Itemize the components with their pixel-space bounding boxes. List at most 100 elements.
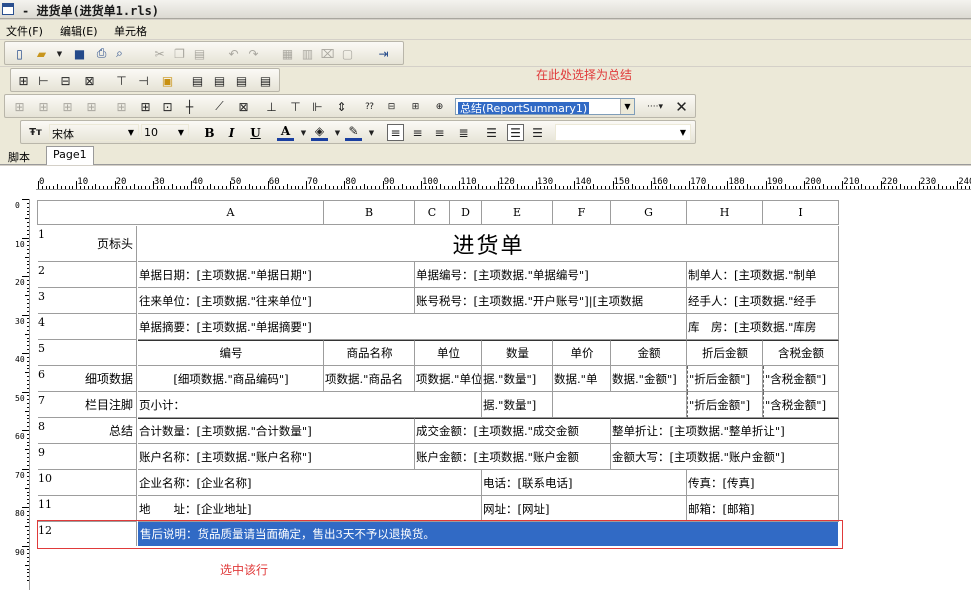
band-icon-10[interactable]: ▤ (233, 72, 250, 89)
row-number[interactable]: 5 (38, 342, 45, 355)
undo-icon[interactable]: ↶ (225, 45, 242, 62)
grid-icon-3[interactable]: ⊡ (159, 98, 176, 115)
exit-icon[interactable]: ⇥ (375, 45, 392, 62)
cell-r3-h[interactable]: 经手人：[主项数据."经手 (687, 288, 839, 314)
row-number[interactable]: 4 (38, 316, 45, 329)
cell-r9-g[interactable]: 金额大写：[主项数据."账户金额"] (611, 444, 839, 470)
align-right-icon[interactable]: ≡ (431, 124, 448, 141)
field-icon-3[interactable]: ⊞ (407, 98, 424, 115)
valign-top-icon[interactable]: ☰ (483, 124, 500, 141)
cell-r5-g[interactable]: 金额 (611, 340, 687, 366)
cell-r7-f[interactable] (553, 392, 687, 418)
field-icon-4[interactable]: ⊕ (431, 98, 448, 115)
fill-color-icon[interactable]: ◈ (311, 124, 328, 141)
chevron-down-icon[interactable]: ▼ (124, 125, 138, 140)
align-icon-3[interactable]: ⊩ (309, 98, 326, 115)
valign-middle-icon[interactable]: ☰ (507, 124, 524, 141)
grid-icon-2[interactable]: ⊞ (137, 98, 154, 115)
cell-r9-c[interactable]: 账户金额：[主项数据."账户金额 (415, 444, 611, 470)
delete-col-icon[interactable]: ▢ (339, 45, 356, 62)
insert-row-icon[interactable]: ▦ (279, 45, 296, 62)
cell-r2-a[interactable]: 单据日期：[主项数据."单据日期"] (138, 262, 415, 288)
chevron-down-icon[interactable]: ▼ (51, 45, 68, 62)
diagonal-icon-2[interactable]: ⊠ (235, 98, 252, 115)
column-header-b[interactable]: B (324, 200, 415, 225)
tab-page1[interactable]: Page1 (46, 146, 94, 165)
row-number[interactable]: 8 (38, 420, 45, 433)
cell-r5-a[interactable]: 编号 (138, 340, 324, 366)
row-number[interactable]: 10 (38, 472, 52, 485)
cell-r7-a[interactable]: 页小计： (138, 392, 482, 418)
cell-r10-h[interactable]: 传真：[传真] (687, 470, 839, 496)
cell-r3-a[interactable]: 往来单位：[主项数据."往来单位"] (138, 288, 415, 314)
cell-r10-a[interactable]: 企业名称：[企业名称] (138, 470, 482, 496)
border-icon-2[interactable]: ⊞ (35, 98, 52, 115)
print-icon[interactable]: ⎙ (93, 45, 110, 62)
cell-r8-c[interactable]: 成交金额：[主项数据."成交金额 (415, 418, 611, 444)
line-color-icon[interactable]: ✎ (345, 124, 362, 141)
cell-r6-c[interactable]: 项数据."单位 (415, 366, 482, 392)
band-type-select[interactable]: 总结(ReportSummary1) ▼ (455, 98, 635, 115)
column-header-f[interactable]: F (553, 200, 611, 225)
cell-r5-i[interactable]: 含税金额 (763, 340, 839, 366)
cell-r6-b[interactable]: 项数据."商品名 (324, 366, 415, 392)
cell-r5-c[interactable]: 单位 (415, 340, 482, 366)
cell-r6-i[interactable]: "含税金额"] (763, 366, 839, 392)
column-header-d[interactable]: D (450, 200, 482, 225)
row-number[interactable]: 9 (38, 446, 45, 459)
tab-script[interactable]: 脚本 (2, 148, 36, 166)
chevron-down-icon[interactable]: ▼ (363, 124, 380, 141)
font-size-select[interactable]: 10 ▼ (141, 124, 189, 141)
cell-r4-a[interactable]: 单据摘要：[主项数据."单据摘要"] (138, 314, 687, 340)
underline-icon[interactable]: U (247, 124, 264, 141)
align-center-icon[interactable]: ≡ (409, 124, 426, 141)
menu-cell[interactable]: 单元格 (114, 23, 147, 39)
cell-r3-c[interactable]: 账号税号：[主项数据."开户账号"]|[主项数据 (415, 288, 687, 314)
cell-r10-e[interactable]: 电话：[联系电话] (482, 470, 687, 496)
diagonal-icon-1[interactable]: ⟋ (211, 98, 228, 115)
align-icon-2[interactable]: ⊤ (287, 98, 304, 115)
font-name-select[interactable]: 宋体 ▼ (49, 124, 139, 141)
row-number[interactable]: 2 (38, 264, 45, 277)
open-folder-icon[interactable]: ▰ (33, 45, 50, 62)
italic-icon[interactable]: I (223, 124, 240, 141)
border-icon-4[interactable]: ⊞ (83, 98, 100, 115)
cell-r11-e[interactable]: 网址：[网址] (482, 496, 687, 522)
insert-col-icon[interactable]: ▥ (299, 45, 316, 62)
new-file-icon[interactable]: ▯ (11, 45, 28, 62)
cut-icon[interactable]: ✂ (151, 45, 168, 62)
cell-r5-b[interactable]: 商品名称 (324, 340, 415, 366)
cell-r8-a[interactable]: 合计数量：[主项数据."合计数量"] (138, 418, 415, 444)
chevron-down-icon[interactable]: ▼ (329, 124, 346, 141)
cell-r11-a[interactable]: 地 址：[企业地址] (138, 496, 482, 522)
row-number[interactable]: 6 (38, 368, 45, 381)
band-icon-2[interactable]: ⊢ (35, 72, 52, 89)
save-icon[interactable]: ■ (71, 45, 88, 62)
chevron-down-icon[interactable]: ▼ (620, 99, 634, 114)
valign-bottom-icon[interactable]: ☰ (529, 124, 546, 141)
format-select[interactable]: ▼ (555, 124, 691, 141)
cell-r7-e[interactable]: 据."数量"] (482, 392, 553, 418)
band-icon-1[interactable]: ⊞ (15, 72, 32, 89)
band-icon-7[interactable]: ▣ (159, 72, 176, 89)
row-number[interactable]: 1 (38, 228, 45, 241)
align-icon-1[interactable]: ⊥ (263, 98, 280, 115)
band-icon-11[interactable]: ▤ (257, 72, 274, 89)
field-icon-2[interactable]: ⊟ (383, 98, 400, 115)
band-icon-8[interactable]: ▤ (189, 72, 206, 89)
band-icon-4[interactable]: ⊠ (81, 72, 98, 89)
column-header-e[interactable]: E (482, 200, 553, 225)
redo-icon[interactable]: ↷ (245, 45, 262, 62)
line-style-icon[interactable]: ····▾ (641, 98, 669, 115)
grid-icon-1[interactable]: ⊞ (113, 98, 130, 115)
menu-file[interactable]: 文件(F) (6, 23, 43, 39)
cell-r6-g[interactable]: 数据."金额"] (611, 366, 687, 392)
band-icon-6[interactable]: ⊣ (135, 72, 152, 89)
align-left-icon[interactable]: ≡ (387, 124, 404, 141)
field-icon-1[interactable]: ⁇ (361, 98, 378, 115)
cell-r2-h[interactable]: 制单人：[主项数据."制单 (687, 262, 839, 288)
column-header-i[interactable]: I (763, 200, 839, 225)
cell-r7-i[interactable]: "含税金额"] (763, 392, 839, 418)
cell-r7-h[interactable]: "折后金额"] (687, 392, 763, 418)
column-header-c[interactable]: C (415, 200, 450, 225)
